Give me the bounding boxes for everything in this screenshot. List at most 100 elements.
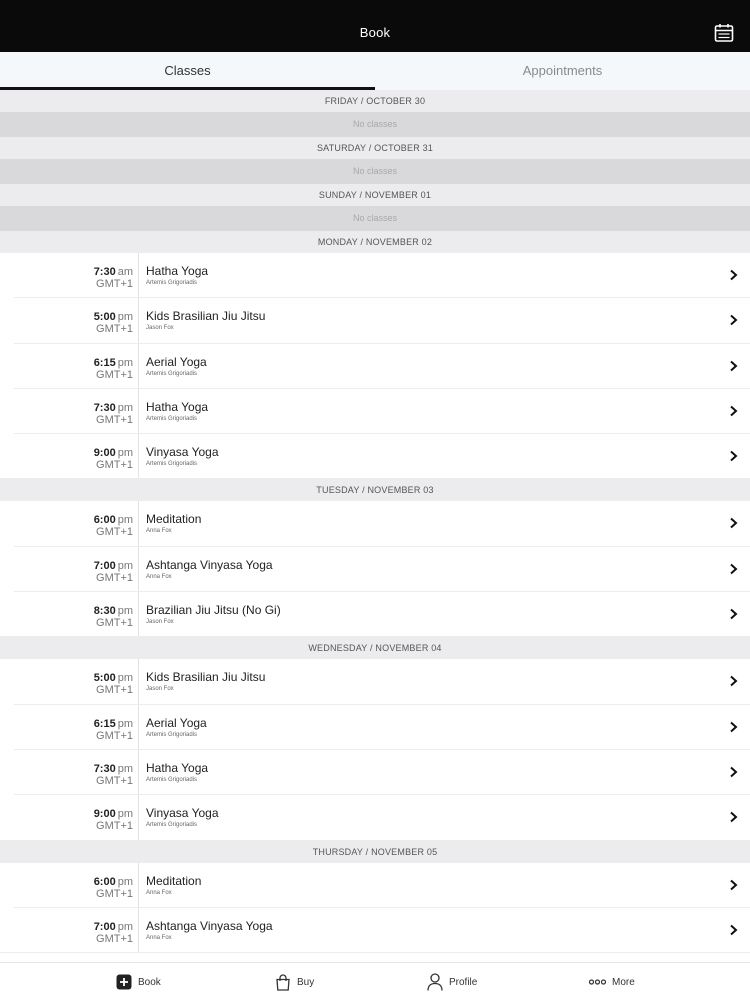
class-instructor: Artemis Grigoriadis <box>146 461 198 468</box>
no-classes-message: No classes <box>0 206 750 231</box>
row-divider <box>138 253 139 299</box>
class-row[interactable]: 6:15 pm GMT+1 Aerial Yoga Artemis Grigoriadi… <box>0 704 750 750</box>
day-header: FRIDAY / OCTOBER 30 <box>0 90 750 112</box>
row-divider <box>138 343 139 389</box>
class-instructor: Jason Fox <box>146 619 174 626</box>
class-time-ampm: pm <box>117 920 133 933</box>
class-time-value: 7:30 <box>93 401 116 414</box>
chevron-right-icon <box>730 721 738 732</box>
row-divider <box>138 546 139 593</box>
nav-profile-label: Profile <box>449 976 478 988</box>
class-row[interactable]: 7:00 pm GMT+1 Ashtanga Vinyasa Yoga Anna Fox <box>0 546 750 593</box>
nav-book-label: Book <box>138 976 161 988</box>
class-timezone: GMT+1 <box>96 617 133 630</box>
class-time-ampm: pm <box>117 605 133 618</box>
class-timezone: GMT+1 <box>96 571 133 584</box>
class-row[interactable]: 7:00 pm GMT+1 Ashtanga Vinyasa Yoga Anna Fox <box>0 907 750 954</box>
segmented-tabs: Classes Appointments <box>0 52 750 90</box>
class-instructor: Artemis Grigoriadis <box>146 731 198 738</box>
class-time-ampm: pm <box>117 447 133 460</box>
class-instructor: Jason Fox <box>146 325 174 332</box>
class-time-ampm: pm <box>117 514 133 527</box>
tab-classes[interactable]: Classes <box>0 52 375 90</box>
nav-book[interactable]: Book <box>116 963 161 1000</box>
row-divider <box>138 749 139 796</box>
calendar-icon[interactable] <box>714 23 734 43</box>
row-divider <box>138 501 139 547</box>
class-name: Ashtanga Vinyasa Yoga <box>146 557 273 572</box>
row-separator <box>0 636 750 638</box>
chevron-right-icon <box>730 315 738 326</box>
class-row[interactable]: 7:30 am GMT+1 Hatha Yoga Artemis Grigoriadis <box>0 253 750 299</box>
chevron-right-icon <box>730 360 738 371</box>
class-row[interactable]: 6:15 pm GMT+1 Aerial Yoga Artemis Grigoriadi… <box>0 343 750 389</box>
chevron-right-icon <box>730 812 738 823</box>
class-row[interactable]: 5:00 pm GMT+1 Kids Brasilian Jiu Jitsu Jason… <box>0 298 750 344</box>
class-name: Meditation <box>146 873 202 888</box>
nav-buy-label: Buy <box>297 976 315 988</box>
row-divider <box>138 795 139 841</box>
class-row[interactable]: 7:30 pm GMT+1 Hatha Yoga Artemis Grigoriadis <box>0 749 750 796</box>
class-time-ampm: pm <box>117 808 133 821</box>
class-time-value: 5:00 <box>93 311 116 324</box>
bottom-navigation: Book Buy Profile More <box>0 962 750 1000</box>
plus-square-icon <box>116 974 132 990</box>
no-classes-message: No classes <box>0 159 750 184</box>
class-name: Hatha Yoga <box>146 399 209 414</box>
class-time-value: 6:15 <box>93 717 116 730</box>
row-divider <box>138 592 139 638</box>
tab-appointments[interactable]: Appointments <box>375 52 750 90</box>
class-timezone: GMT+1 <box>96 932 133 945</box>
class-row[interactable]: 6:00 pm GMT+1 Meditation Anna Fox <box>0 862 750 908</box>
chevron-right-icon <box>730 879 738 890</box>
class-schedule-list[interactable]: FRIDAY / OCTOBER 30 No classes SATURDAY / … <box>0 90 750 962</box>
class-instructor: Artemis Grigoriadis <box>146 822 198 829</box>
chevron-right-icon <box>730 563 738 575</box>
row-separator <box>0 478 750 480</box>
class-name: Ashtanga Vinyasa Yoga <box>146 918 273 933</box>
row-separator <box>0 839 750 841</box>
row-divider <box>138 907 139 954</box>
class-row[interactable]: 9:00 pm GMT+1 Vinyasa Yoga Artemis Grigoriad… <box>0 434 750 480</box>
nav-more[interactable]: More <box>589 963 635 1000</box>
day-header: WEDNESDAY / NOVEMBER 04 <box>0 637 750 660</box>
class-timezone: GMT+1 <box>96 526 133 539</box>
class-timezone: GMT+1 <box>96 820 133 833</box>
day-header: MONDAY / NOVEMBER 02 <box>0 231 750 253</box>
class-time-ampm: pm <box>117 311 133 324</box>
chevron-right-icon <box>730 676 738 687</box>
class-timezone: GMT+1 <box>96 278 133 290</box>
class-timezone: GMT+1 <box>96 887 133 900</box>
class-instructor: Artemis Grigoriadis <box>146 415 198 422</box>
person-icon <box>427 973 443 991</box>
class-time-ampm: pm <box>117 717 133 730</box>
chevron-right-icon <box>730 518 738 529</box>
no-classes-message: No classes <box>0 112 750 137</box>
class-row[interactable]: 8:30 pm GMT+1 Brazilian Jiu Jitsu (No Gi) Ja… <box>0 592 750 638</box>
chevron-right-icon <box>730 405 738 417</box>
nav-buy[interactable]: Buy <box>275 963 314 1000</box>
class-name: Hatha Yoga <box>146 760 209 775</box>
chevron-right-icon <box>730 766 738 778</box>
class-timezone: GMT+1 <box>96 729 133 742</box>
class-row[interactable]: 5:00 pm GMT+1 Kids Brasilian Jiu Jitsu Jason… <box>0 659 750 705</box>
class-timezone: GMT+1 <box>96 459 133 472</box>
row-divider <box>138 704 139 750</box>
class-timezone: GMT+1 <box>96 323 133 336</box>
class-name: Kids Brasilian Jiu Jitsu <box>146 309 266 324</box>
nav-profile[interactable]: Profile <box>427 963 477 1000</box>
class-row[interactable]: 7:30 pm GMT+1 Hatha Yoga Artemis Grigoriadis <box>0 388 750 435</box>
nav-more-label: More <box>612 976 635 988</box>
class-name: Vinyasa Yoga <box>146 806 219 821</box>
class-row[interactable]: 6:00 pm GMT+1 Meditation Anna Fox <box>0 501 750 547</box>
class-timezone: GMT+1 <box>96 774 133 787</box>
class-time-value: 9:00 <box>93 447 116 460</box>
class-row[interactable]: 9:00 pm GMT+1 Vinyasa Yoga Artemis Grigoriad… <box>0 795 750 841</box>
class-timezone: GMT+1 <box>96 684 133 697</box>
class-name: Brazilian Jiu Jitsu (No Gi) <box>146 603 281 618</box>
class-time-ampm: pm <box>117 762 133 775</box>
top-bar: Book <box>0 0 750 52</box>
class-time-value: 9:00 <box>93 808 116 821</box>
class-time-value: 5:00 <box>93 672 116 685</box>
day-header: TUESDAY / NOVEMBER 03 <box>0 479 750 502</box>
